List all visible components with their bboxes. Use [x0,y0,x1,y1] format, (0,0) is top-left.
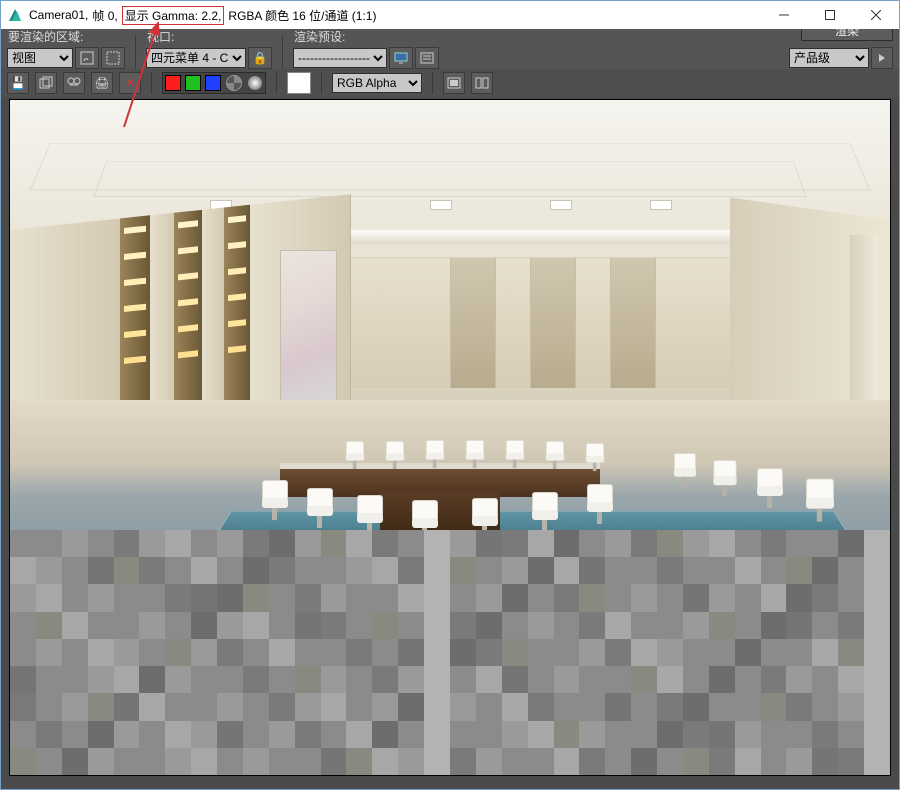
viewport-label: 视口: [146,28,272,45]
auto-region-icon [106,51,120,65]
channel-red-button[interactable] [165,75,181,91]
window-minimize-button[interactable] [761,1,807,29]
layout-icon [475,77,489,89]
viewport-select[interactable]: 四元菜单 4 - Can [146,48,246,68]
print-icon: 🖨 [94,76,109,90]
monitor-icon [394,52,408,64]
clear-button[interactable]: ✕ [119,72,141,94]
quality-chevron-button[interactable] [871,47,893,69]
title-mode: RGBA 颜色 16 位/通道 (1:1) [228,7,376,24]
print-button[interactable]: 🖨 [91,72,113,94]
app-icon [7,7,23,23]
rendered-scene [10,100,890,560]
channel-blue-button[interactable] [205,75,221,91]
preset-label: 渲染预设: [293,28,439,45]
title-camera: Camera01, [29,8,88,22]
color-swatch-button[interactable] [287,72,311,94]
title-gamma: 显示 Gamma: 2.2, [122,6,225,25]
minimize-icon [779,10,789,20]
render-unfinished-region [10,530,890,775]
clone-icon [39,76,53,90]
window-close-button[interactable] [853,1,899,29]
close-icon [871,10,881,20]
main-toolbar: 要渲染的区域: 视图 视口: 四元菜单 4 - Can 🔒 渲染预设: [1,29,899,69]
channel-mono-button[interactable] [248,76,262,90]
clear-icon: ✕ [125,76,135,90]
window-list-button[interactable] [471,72,493,94]
save-icon: 💾 [11,76,26,90]
clone-vfb-button[interactable] [35,72,57,94]
channel-alpha-button[interactable] [226,75,242,91]
maximize-icon [825,10,835,20]
preset-select[interactable]: ------------------------- [293,48,387,68]
region-select[interactable]: 视图 [7,48,73,68]
lock-icon: 🔒 [253,51,268,65]
channel-toggles [162,72,266,94]
quality-select[interactable]: 产品级 [789,48,869,68]
overlay-icon [447,77,461,89]
toggle-overlay-button[interactable] [443,72,465,94]
lock-viewport-button[interactable]: 🔒 [248,47,272,69]
title-frame: 帧 0, [92,7,117,24]
compare-icon [67,77,81,89]
region-label: 要渲染的区域: [7,28,125,45]
render-viewport-area [1,97,899,789]
region-edit-button[interactable] [75,47,99,69]
preset-settings-button[interactable] [415,47,439,69]
window-maximize-button[interactable] [807,1,853,29]
window-titlebar: Camera01, 帧 0, 显示 Gamma: 2.2, RGBA 颜色 16… [1,1,899,29]
chevron-right-icon [877,54,887,62]
alpha-mode-select[interactable]: RGB Alpha [332,73,422,93]
channel-green-button[interactable] [185,75,201,91]
compare-button[interactable] [63,72,85,94]
settings-icon [420,52,434,64]
save-image-button[interactable]: 💾 [7,72,29,94]
render-canvas[interactable] [9,99,891,776]
hand-region-icon [80,51,94,65]
preset-monitor-button[interactable] [389,47,413,69]
region-auto-button[interactable] [101,47,125,69]
secondary-toolbar: 💾 🖨 ✕ RGB Alpha [1,69,899,97]
